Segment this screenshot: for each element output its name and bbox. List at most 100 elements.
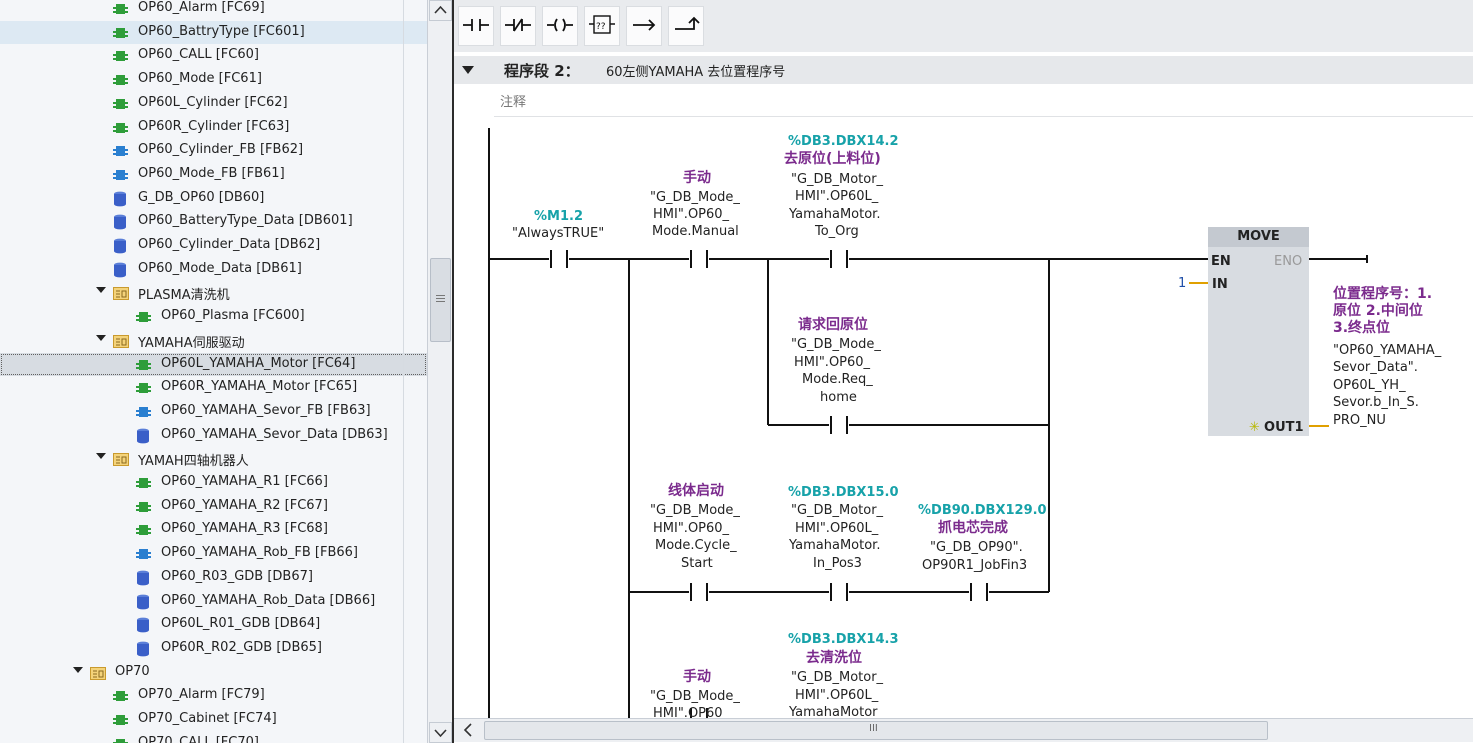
insert-empty-box-button[interactable]: ?? [584,6,620,46]
contact-3-tag-3[interactable]: YamahaMotor. [789,206,880,223]
tree-item[interactable]: OP60_YAMAHA_Sevor_FB [FB63] [0,400,427,423]
move-out-tag-4[interactable]: Sevor.b_In_S. [1333,394,1419,411]
contact-5-tag-2[interactable]: HMI".OP60_ [653,520,729,537]
contact-2-tag-1[interactable]: "G_DB_Mode_ [650,189,740,206]
tree-item[interactable]: OP70_Alarm [FC79] [0,684,427,707]
tree-item[interactable]: OP60R_Cylinder [FC63] [0,116,427,139]
expand-arrow-icon[interactable] [73,666,83,673]
collapse-network-icon[interactable] [462,66,474,74]
fb-icon [113,143,128,157]
contact-8-tag-1[interactable]: "G_DB_Mode_ [650,688,740,705]
tree-scroll-thumb[interactable] [430,258,451,342]
close-branch-button[interactable] [668,6,704,46]
contact-6-tag-4[interactable]: In_Pos3 [813,555,862,572]
tree-item[interactable]: PLASMA清洗机 [0,281,427,304]
db-icon [113,191,128,206]
expand-arrow-icon[interactable] [96,287,106,294]
contact-7-tag-1[interactable]: "G_DB_OP90". [930,539,1023,556]
tree-item[interactable]: OP60_Mode_FB [FB61] [0,163,427,186]
tree-item-label: OP60L_Cylinder [FC62] [138,94,288,110]
contact-5-tag-1[interactable]: "G_DB_Mode_ [650,502,740,519]
contact-5-tag-3[interactable]: Mode.Cycle_ [655,537,737,554]
tree-item[interactable]: OP60_YAMAHA_R2 [FC67] [0,495,427,518]
folder-icon [113,333,129,348]
contact-3-tag-4[interactable]: To_Org [815,223,859,240]
contact-6-tag-1[interactable]: "G_DB_Motor_ [791,502,883,519]
insert-coil-button[interactable] [542,6,578,46]
tree-item[interactable]: OP60_Mode_Data [DB61] [0,258,427,281]
chevron-left-icon[interactable] [458,720,478,740]
expand-arrow-icon[interactable] [96,453,106,460]
contact-6-tag-3[interactable]: YamahaMotor. [789,537,880,554]
contact-2-tag-3[interactable]: Mode.Manual [652,223,739,240]
network-name[interactable]: 60左侧YAMAHA 去位置程序号 [606,61,785,80]
db-icon [136,428,151,443]
contact-4-tag-1[interactable]: "G_DB_Mode_ [791,336,881,353]
tree-item[interactable]: OP60R_R02_GDB [DB65] [0,637,427,660]
contact-7-address[interactable]: %DB90.DBX129.0 [918,502,1047,519]
tree-item[interactable]: YAMAHA伺服驱动 [0,329,427,352]
coil-icon [547,18,573,32]
contact-3-tag-1[interactable]: "G_DB_Motor_ [791,171,883,188]
tree-item[interactable]: OP70_CALL [FC70] [0,732,427,743]
move-out-tag-3[interactable]: OP60L_YH_ [1333,377,1406,394]
move-out-tag-2[interactable]: Sevor_Data". [1333,359,1418,376]
tree-item[interactable]: OP60R_YAMAHA_Motor [FC65] [0,376,427,399]
contact-9-address[interactable]: %DB3.DBX14.3 [788,631,899,648]
tree-item[interactable]: OP60_BattryType [FC601] [0,20,427,44]
tree-item[interactable]: OP70_Cabinet [FC74] [0,708,427,731]
move-in-value[interactable]: 1 [1178,275,1186,292]
horizontal-scrollbar[interactable]: III [454,718,1473,742]
contact-9-tag-1[interactable]: "G_DB_Motor_ [791,669,883,686]
contact-3-address[interactable]: %DB3.DBX14.2 [788,133,899,150]
insert-nc-contact-button[interactable] [500,6,536,46]
horizontal-scroll-thumb[interactable]: III [484,721,1268,740]
tree-item[interactable]: YAMAH四轴机器人 [0,447,427,470]
tree-item[interactable]: OP60_YAMAHA_R1 [FC66] [0,471,427,494]
tree-item[interactable]: OP60L_R01_GDB [DB64] [0,613,427,636]
contact-4-tag-4[interactable]: home [820,389,857,406]
contact-7-tag-2[interactable]: OP90R1_JobFin3 [922,557,1027,574]
tree-item[interactable]: OP60_Alarm [FC69] [0,0,427,20]
contact-6-tag-2[interactable]: HMI".OP60L_ [795,520,878,537]
tree-item[interactable]: OP70 [0,661,427,684]
contact-1-address[interactable]: %M1.2 [534,208,583,225]
network-header[interactable]: 程序段 2： 60左侧YAMAHA 去位置程序号 [454,56,1473,84]
tree-item[interactable]: OP60L_Cylinder [FC62] [0,92,427,115]
project-tree: OP60_Alarm [FC69] OP60_BattryType [FC601]… [0,0,428,743]
contact-3-comment: 去原位(上料位) [784,151,881,167]
fc-icon [113,96,128,110]
move-out-tag-1[interactable]: "OP60_YAMAHA_ [1333,342,1441,359]
contact-4-tag-2[interactable]: HMI".OP60_ [794,354,870,371]
tree-item[interactable]: OP60_Cylinder_FB [FB62] [0,139,427,162]
open-branch-button[interactable] [626,6,662,46]
network-comment[interactable]: 注释 [494,86,1473,117]
tree-item[interactable]: OP60L_YAMAHA_Motor [FC64] [0,352,427,376]
tree-item[interactable]: G_DB_OP60 [DB60] [0,187,427,210]
tree-item[interactable]: OP60_R03_GDB [DB67] [0,566,427,589]
tree-item[interactable]: OP60_YAMAHA_Rob_Data [DB66] [0,590,427,613]
contact-3-tag-2[interactable]: HMI".OP60L_ [795,188,878,205]
scroll-down-button[interactable] [429,722,452,743]
move-out-tag-5[interactable]: PRO_NU [1333,412,1386,429]
move-instruction-box[interactable]: MOVE EN ENO IN ✳ OUT1 [1208,227,1309,436]
contact-2-tag-2[interactable]: HMI".OP60_ [653,206,729,223]
tree-item[interactable]: OP60_YAMAHA_Sevor_Data [DB63] [0,424,427,447]
tree-scrollbar[interactable] [427,0,453,743]
contact-9-tag-2[interactable]: HMI".OP60L_ [795,687,878,704]
tree-item[interactable]: OP60_BatteryType_Data [DB601] [0,210,427,233]
scroll-up-button[interactable] [429,0,452,21]
tree-item[interactable]: OP60_Mode [FC61] [0,68,427,91]
tree-item[interactable]: OP60_YAMAHA_Rob_FB [FB66] [0,542,427,565]
expand-arrow-icon[interactable] [96,334,106,341]
tree-item[interactable]: OP60_YAMAHA_R3 [FC68] [0,518,427,541]
insert-no-contact-button[interactable] [458,6,494,46]
contact-5-tag-4[interactable]: Start [681,555,713,572]
contact-1-tag[interactable]: "AlwaysTRUE" [512,225,604,242]
contact-4-tag-3[interactable]: Mode.Req_ [802,371,873,388]
db-icon [113,214,128,230]
tree-item[interactable]: OP60_Plasma [FC600] [0,305,427,328]
tree-item[interactable]: OP60_Cylinder_Data [DB62] [0,234,427,257]
contact-6-address[interactable]: %DB3.DBX15.0 [788,484,899,501]
tree-item[interactable]: OP60_CALL [FC60] [0,44,427,67]
